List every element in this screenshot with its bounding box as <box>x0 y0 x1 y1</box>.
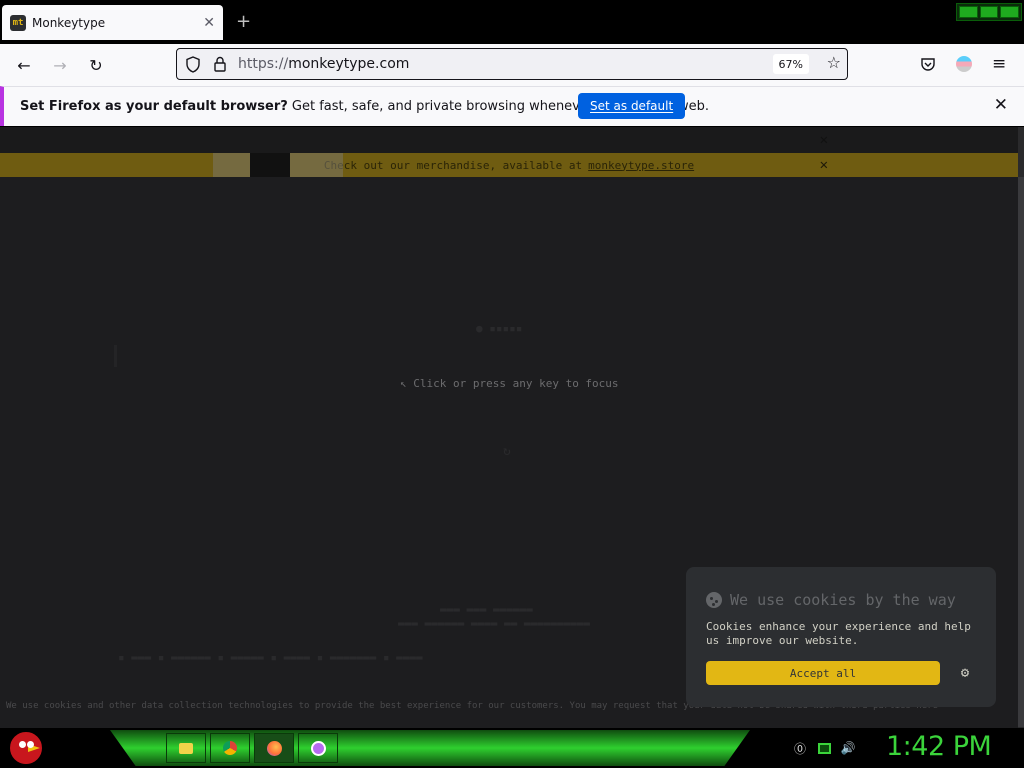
key-hint-row-2: ▬▬▬ ▬▬▬▬▬▬ ▬▬▬▬ ▬▬ ▬▬▬▬▬▬▬▬▬▬ <box>398 617 591 630</box>
merch-banner: Check out our merchandise, available at … <box>0 153 1018 177</box>
nav-bar: ← → ↻ https://monkeytype.com 67% ☆ ≡ <box>0 44 1024 86</box>
shield-icon[interactable] <box>185 56 201 73</box>
page-scrollbar[interactable] <box>1018 127 1024 728</box>
back-button[interactable]: ← <box>12 53 36 77</box>
url-text[interactable]: https://monkeytype.com <box>238 56 409 72</box>
chrome-icon[interactable] <box>210 733 250 763</box>
new-tab-button[interactable]: + <box>236 11 251 32</box>
url-host: monkeytype.com <box>288 56 410 72</box>
tab-strip: mt Monkeytype ✕ + <box>0 0 1024 44</box>
star-icon[interactable]: ☆ <box>827 53 841 72</box>
key-hint-row-1: ▬▬▬ ▬▬▬ ▬▬▬▬▬▬ <box>440 603 533 616</box>
forward-button[interactable]: → <box>48 53 72 77</box>
tab-monkeytype[interactable]: mt Monkeytype ✕ <box>2 5 223 40</box>
default-browser-notification: Set Firefox as your default browser? Get… <box>0 86 1024 126</box>
tab-close-icon[interactable]: ✕ <box>203 15 215 31</box>
cookie-icon <box>706 592 722 608</box>
tab-title: Monkeytype <box>32 15 106 30</box>
merch-store-link[interactable]: monkeytype.store <box>588 159 694 172</box>
taskbar: ⓪ 🔊 1:42 PM <box>0 728 1024 768</box>
taskbar-clock[interactable]: 1:42 PM <box>886 731 992 762</box>
typing-caret <box>114 345 117 367</box>
start-menu-bird-icon[interactable] <box>8 730 44 766</box>
reload-button[interactable]: ↻ <box>84 53 108 77</box>
restart-icon[interactable]: ↻ <box>503 444 511 459</box>
merch-banner-close-icon[interactable]: ✕ <box>820 157 828 173</box>
network-icon[interactable] <box>816 740 832 756</box>
gear-icon[interactable]: ⚙ <box>955 663 975 683</box>
footer-links: ▪ ▬▬▬ ▪ ▬▬▬▬▬▬ ▪ ▬▬▬▬▬ ▪ ▬▬▬▬ ▪ ▬▬▬▬▬▬▬ … <box>118 651 423 664</box>
cookie-popup: We use cookies by the way Cookies enhanc… <box>686 567 996 707</box>
url-scheme: https:// <box>238 56 289 72</box>
set-as-default-button[interactable]: Set as default <box>578 93 686 119</box>
merch-banner-text: Check out our merchandise, available at <box>323 158 583 172</box>
menu-icon[interactable]: ≡ <box>992 54 1006 74</box>
lock-icon[interactable] <box>213 56 227 73</box>
window-controls[interactable] <box>956 3 1022 21</box>
logo-artwork-dark <box>250 153 290 177</box>
focus-hint[interactable]: ↖ Click or press any key to focus <box>400 377 619 390</box>
announcement-banner: ✕ <box>0 127 1018 153</box>
url-bar[interactable]: https://monkeytype.com 67% ☆ <box>176 48 848 80</box>
pocket-icon[interactable] <box>920 56 936 72</box>
volume-icon[interactable]: 🔊 <box>840 740 856 756</box>
taskbar-band <box>110 730 750 766</box>
accept-all-button[interactable]: Accept all <box>706 661 940 685</box>
cursor-arrow-icon: ↖ <box>400 377 414 390</box>
account-icon[interactable] <box>956 56 972 72</box>
zoom-level-button[interactable]: 67% <box>772 54 809 74</box>
cookie-popup-title: We use cookies by the way <box>706 591 956 609</box>
banner-close-icon[interactable]: ✕ <box>820 132 828 148</box>
files-icon[interactable] <box>166 733 206 763</box>
firefox-icon[interactable] <box>254 733 294 763</box>
notification-close-icon[interactable]: ✕ <box>994 95 1008 115</box>
app-icon[interactable] <box>298 733 338 763</box>
monkeytype-favicon-icon: mt <box>10 14 26 31</box>
tray-k-icon[interactable]: ⓪ <box>792 740 808 756</box>
language-indicator: ● ▪▪▪▪▪ <box>476 322 523 335</box>
cookie-popup-body: Cookies enhance your experience and help… <box>706 620 971 647</box>
